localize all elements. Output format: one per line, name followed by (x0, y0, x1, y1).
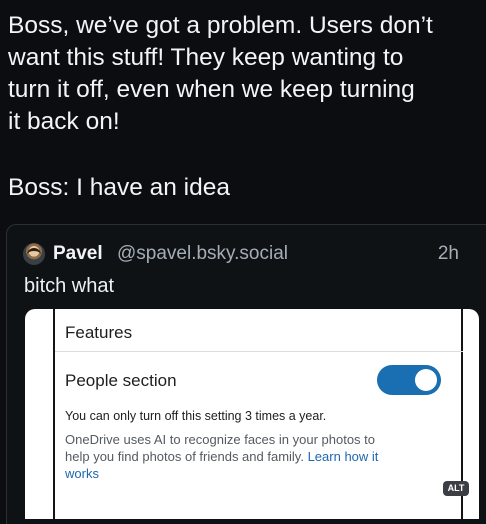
feature-description: OneDrive uses AI to recognize faces in y… (65, 431, 395, 482)
phone-frame-left-edge (53, 309, 55, 519)
post-line: Boss: I have an idea (8, 174, 231, 201)
post-line: it back on! (8, 108, 120, 135)
limit-warning-text: You can only turn off this setting 3 tim… (65, 409, 327, 423)
avatar[interactable] (23, 243, 45, 265)
post-text: Boss, we’ve got a problem. Users don’t w… (8, 10, 486, 204)
author-handle[interactable]: @spavel.bsky.social (117, 241, 288, 267)
quote-post-card[interactable]: Pavel @spavel.bsky.social 2h bitch what … (6, 224, 486, 524)
people-section-toggle (377, 365, 441, 395)
author-name[interactable]: Pavel (53, 241, 103, 267)
quote-post-text: bitch what (24, 275, 115, 297)
people-section-label: People section (65, 371, 177, 390)
post-line: Boss, we’ve got a problem. Users don’t (8, 12, 433, 39)
features-heading: Features (65, 323, 133, 342)
post-line: turn it off, even when we keep turning (8, 76, 415, 103)
quote-post-header: Pavel @spavel.bsky.social 2h (23, 241, 473, 267)
embedded-image[interactable]: Features People section You can only tur… (25, 309, 479, 519)
toggle-knob (415, 369, 437, 391)
alt-text-badge[interactable]: ALT (443, 481, 469, 496)
post-timestamp[interactable]: 2h (438, 241, 459, 267)
divider (55, 351, 463, 352)
post-line: want this stuff! They keep wanting to (8, 44, 404, 71)
